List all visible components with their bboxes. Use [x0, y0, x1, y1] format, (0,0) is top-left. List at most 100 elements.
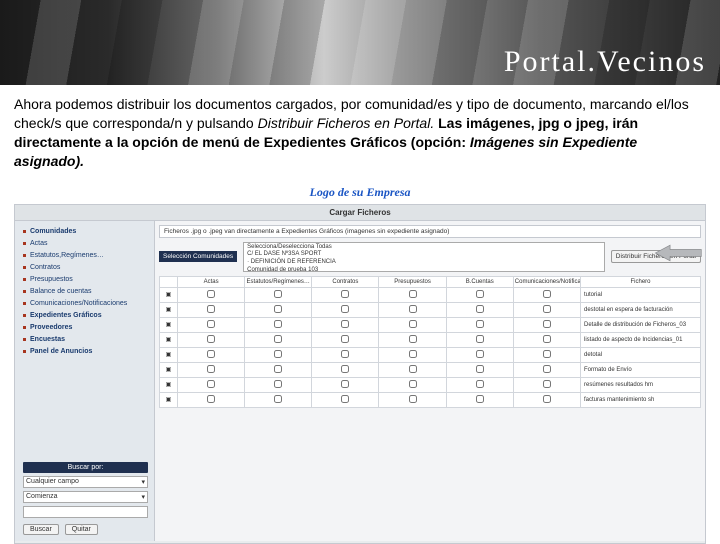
header-banner: Portal.Vecinos — [0, 0, 720, 85]
checkbox-actas[interactable] — [207, 290, 215, 298]
bullet-icon — [23, 350, 26, 353]
checkbox-actas[interactable] — [207, 350, 215, 358]
sidebar-item[interactable]: Contratos — [23, 263, 148, 272]
main-panel: Ficheros .jpg o .jpeg van directamente a… — [155, 221, 705, 541]
bullet-icon — [23, 302, 26, 305]
checkbox-estatutos[interactable] — [274, 305, 282, 313]
checkbox-contratos[interactable] — [341, 395, 349, 403]
checkbox-comunicaciones[interactable] — [543, 320, 551, 328]
checkbox-bcuentas[interactable] — [476, 380, 484, 388]
checkbox-contratos[interactable] — [341, 335, 349, 343]
filter-input[interactable] — [23, 506, 148, 518]
checkbox-bcuentas[interactable] — [476, 335, 484, 343]
file-name-cell: resúmenes resultados hm — [581, 377, 701, 392]
checkbox-estatutos[interactable] — [274, 335, 282, 343]
checkbox-presupuestos[interactable] — [409, 395, 417, 403]
sidebar-item[interactable]: Encuestas — [23, 335, 148, 344]
file-name-cell: Detalle de distribución de Ficheros_03 — [581, 317, 701, 332]
sidebar-item[interactable]: Comunicaciones/Notificaciones — [23, 299, 148, 308]
row-toggle-icon[interactable]: ▣ — [166, 307, 172, 313]
chevron-down-icon: ▾ — [141, 478, 145, 486]
row-toggle-icon[interactable]: ▣ — [166, 337, 172, 343]
chevron-down-icon: ▾ — [141, 493, 145, 501]
checkbox-bcuentas[interactable] — [476, 350, 484, 358]
checkbox-actas[interactable] — [207, 395, 215, 403]
bullet-icon — [23, 278, 26, 281]
row-toggle-icon[interactable]: ▣ — [166, 322, 172, 328]
sidebar-item[interactable]: Estatutos,Regímenes… — [23, 251, 148, 260]
checkbox-comunicaciones[interactable] — [543, 335, 551, 343]
sidebar-item[interactable]: Expedientes Gráficos — [23, 311, 148, 320]
row-toggle-icon[interactable]: ▣ — [166, 397, 172, 403]
checkbox-bcuentas[interactable] — [476, 305, 484, 313]
checkbox-actas[interactable] — [207, 365, 215, 373]
checkbox-comunicaciones[interactable] — [543, 365, 551, 373]
checkbox-contratos[interactable] — [341, 305, 349, 313]
file-name-cell: detotal — [581, 347, 701, 362]
bullet-icon — [23, 266, 26, 269]
checkbox-presupuestos[interactable] — [409, 305, 417, 313]
bullet-icon — [23, 242, 26, 245]
checkbox-estatutos[interactable] — [274, 290, 282, 298]
search-button[interactable]: Buscar — [23, 524, 59, 535]
sidebar: Comunidades Actas Estatutos,Regímenes… C… — [15, 221, 155, 541]
bullet-icon — [23, 338, 26, 341]
checkbox-comunicaciones[interactable] — [543, 305, 551, 313]
checkbox-presupuestos[interactable] — [409, 320, 417, 328]
checkbox-bcuentas[interactable] — [476, 365, 484, 373]
checkbox-presupuestos[interactable] — [409, 290, 417, 298]
checkbox-estatutos[interactable] — [274, 380, 282, 388]
row-toggle-icon[interactable]: ▣ — [166, 292, 172, 298]
sidebar-item[interactable]: Panel de Anuncios — [23, 347, 148, 356]
checkbox-contratos[interactable] — [341, 350, 349, 358]
sidebar-item[interactable]: Proveedores — [23, 323, 148, 332]
checkbox-estatutos[interactable] — [274, 320, 282, 328]
checkbox-contratos[interactable] — [341, 380, 349, 388]
table-row: ▣ Detalle de distribución de Ficheros_03 — [160, 317, 701, 332]
table-row: ▣ destotal en espera de facturación — [160, 302, 701, 317]
sidebar-item[interactable]: Comunidades — [23, 227, 148, 236]
file-name-cell: destotal en espera de facturación — [581, 302, 701, 317]
table-row: ▣listado de aspecto de Incidencias_01 — [160, 332, 701, 347]
checkbox-presupuestos[interactable] — [409, 335, 417, 343]
checkbox-presupuestos[interactable] — [409, 350, 417, 358]
community-listbox[interactable]: Selecciona/Deselecciona Todas C/ EL DASE… — [243, 242, 605, 272]
callout-arrow-icon — [651, 242, 703, 264]
checkbox-contratos[interactable] — [341, 290, 349, 298]
row-toggle-icon[interactable]: ▣ — [166, 367, 172, 373]
checkbox-actas[interactable] — [207, 320, 215, 328]
checkbox-estatutos[interactable] — [274, 395, 282, 403]
checkbox-bcuentas[interactable] — [476, 320, 484, 328]
checkbox-contratos[interactable] — [341, 365, 349, 373]
filter-mode-select[interactable]: Comienza▾ — [23, 491, 148, 503]
checkbox-actas[interactable] — [207, 380, 215, 388]
row-toggle-icon[interactable]: ▣ — [166, 382, 172, 388]
table-row: ▣ Formato de Envío — [160, 362, 701, 377]
bullet-icon — [23, 230, 26, 233]
checkbox-comunicaciones[interactable] — [543, 380, 551, 388]
sidebar-item[interactable]: Actas — [23, 239, 148, 248]
checkbox-actas[interactable] — [207, 305, 215, 313]
row-toggle-icon[interactable]: ▣ — [166, 352, 172, 358]
info-notice: Ficheros .jpg o .jpeg van directamente a… — [159, 225, 701, 238]
brand-title: Portal.Vecinos — [504, 45, 706, 79]
checkbox-contratos[interactable] — [341, 320, 349, 328]
checkbox-presupuestos[interactable] — [409, 380, 417, 388]
file-name-cell: Formato de Envío — [581, 362, 701, 377]
file-name-cell: facturas mantenimiento sh — [581, 392, 701, 407]
filter-field-select[interactable]: Cualquier campo▾ — [23, 476, 148, 488]
checkbox-presupuestos[interactable] — [409, 365, 417, 373]
checkbox-estatutos[interactable] — [274, 350, 282, 358]
checkbox-comunicaciones[interactable] — [543, 350, 551, 358]
sidebar-item[interactable]: Balance de cuentas — [23, 287, 148, 296]
checkbox-comunicaciones[interactable] — [543, 290, 551, 298]
checkbox-bcuentas[interactable] — [476, 395, 484, 403]
checkbox-actas[interactable] — [207, 335, 215, 343]
sidebar-item[interactable]: Presupuestos — [23, 275, 148, 284]
community-select-label: Selección Comunidades — [159, 251, 237, 262]
table-row: ▣tutorial — [160, 287, 701, 302]
checkbox-bcuentas[interactable] — [476, 290, 484, 298]
clear-button[interactable]: Quitar — [65, 524, 98, 535]
checkbox-estatutos[interactable] — [274, 365, 282, 373]
checkbox-comunicaciones[interactable] — [543, 395, 551, 403]
